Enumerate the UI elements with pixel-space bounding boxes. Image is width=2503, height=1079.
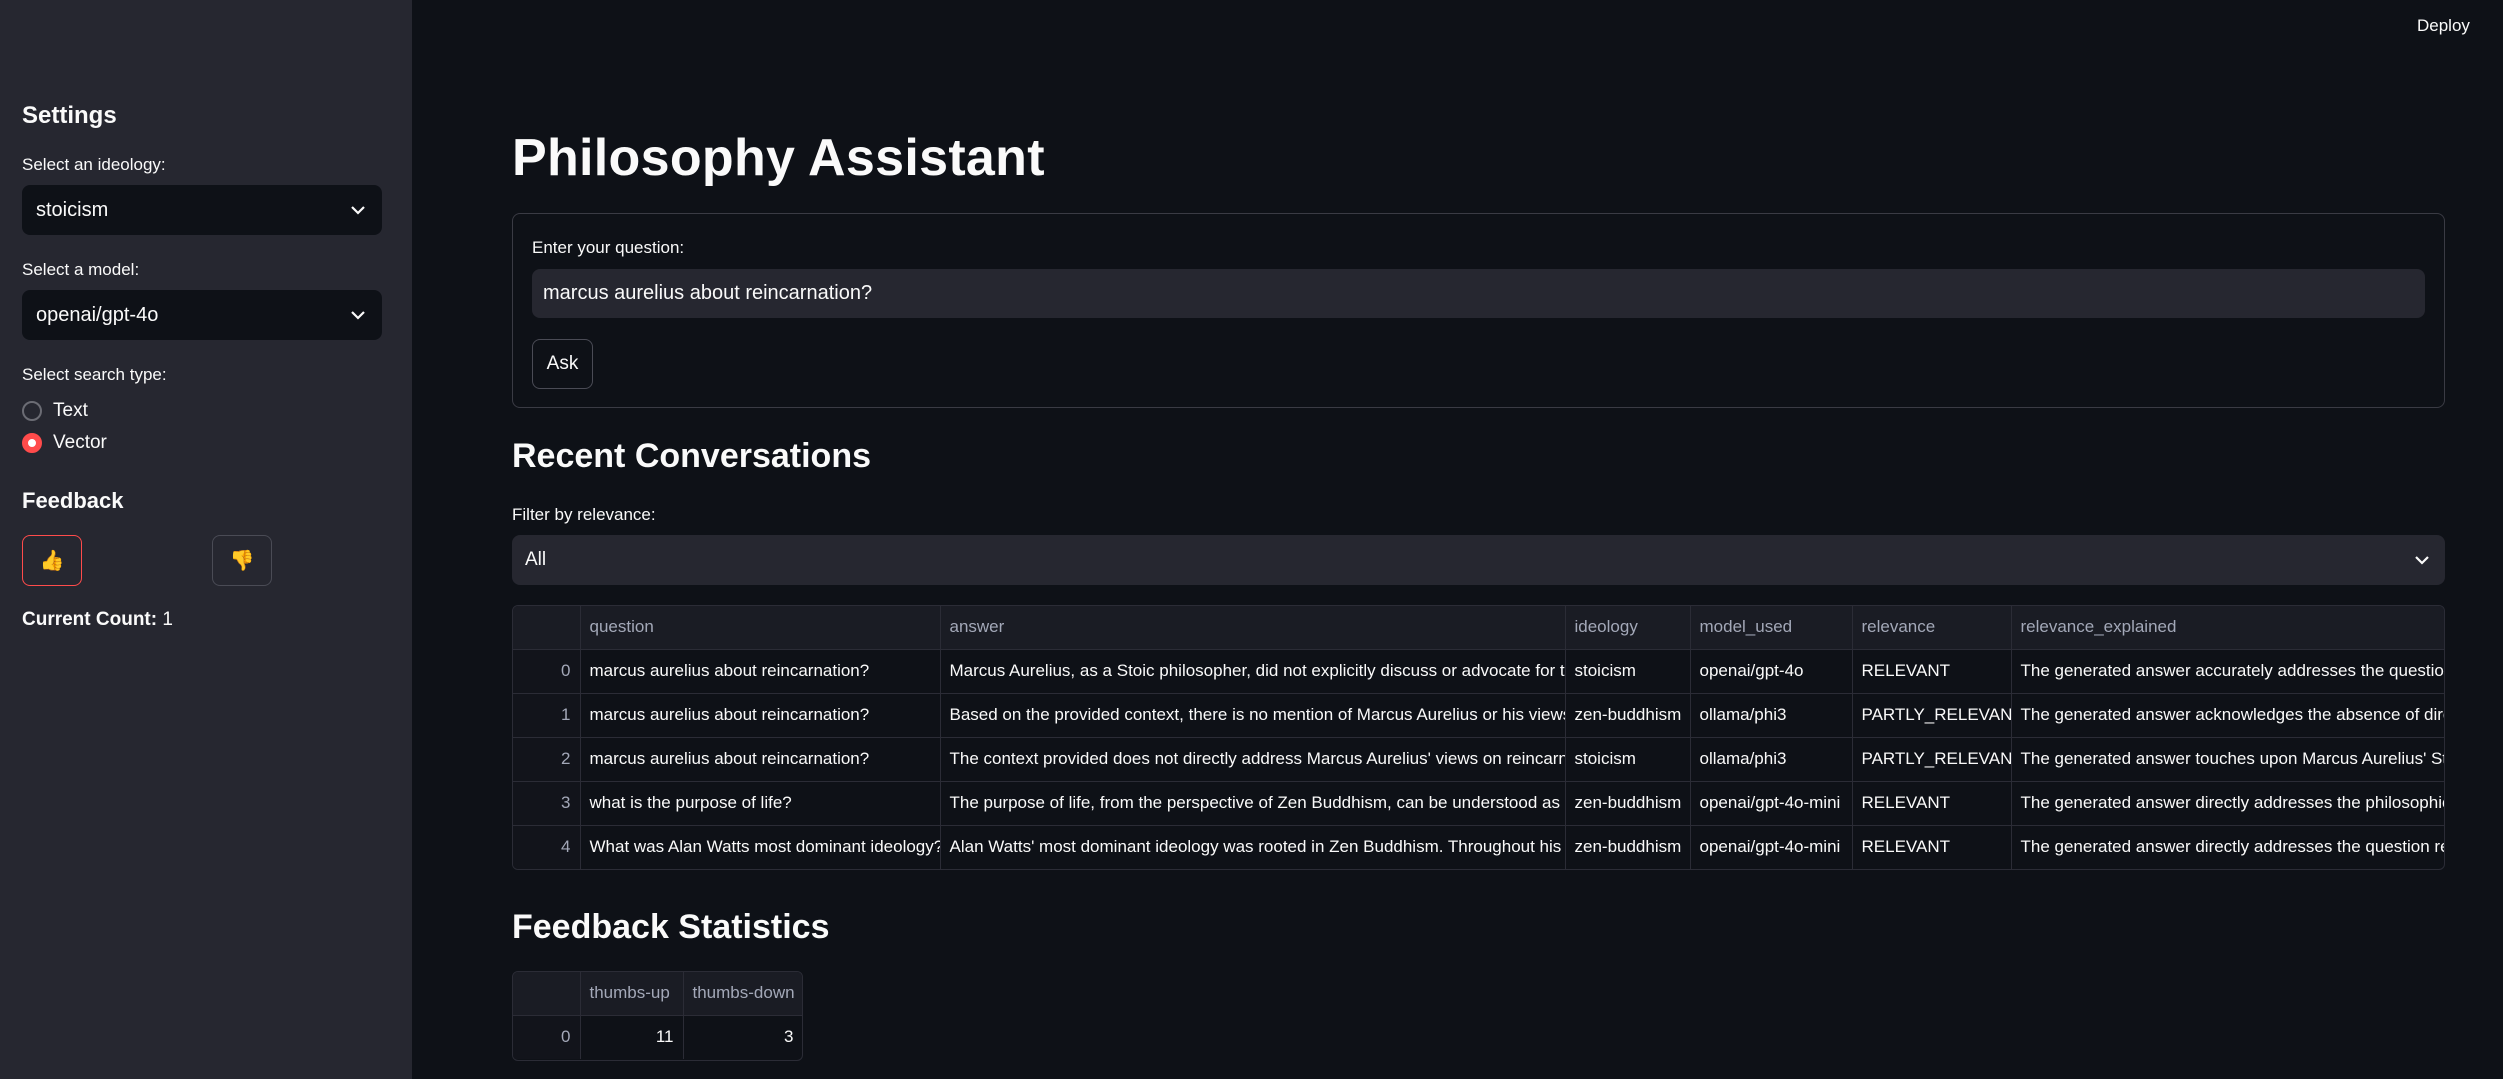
cell-question[interactable]: marcus aurelius about reincarnation? — [580, 693, 941, 738]
cell-ideology[interactable]: zen-buddhism — [1565, 825, 1691, 869]
column-header-index — [513, 972, 581, 1016]
cell-relevance[interactable]: RELEVANT — [1852, 825, 2012, 869]
radio-unselected-icon[interactable] — [22, 401, 42, 421]
column-header-thumbs-up[interactable]: thumbs-up — [580, 972, 684, 1016]
table-header-row: question answer ideology model_used rele… — [513, 606, 2444, 650]
search-type-text-label: Text — [53, 400, 88, 421]
cell-ideology[interactable]: stoicism — [1565, 649, 1691, 694]
question-input[interactable]: marcus aurelius about reincarnation? — [532, 269, 2425, 318]
chevron-down-icon — [2412, 555, 2432, 565]
current-count: Current Count: 1 — [22, 609, 173, 631]
column-header-index — [513, 606, 581, 650]
ideology-select-value: stoicism — [36, 198, 109, 221]
feedback-heading: Feedback — [22, 488, 124, 513]
cell-relevance-explained[interactable]: The generated answer directly addresses … — [2011, 781, 2444, 826]
cell-model-used[interactable]: openai/gpt-4o-mini — [1690, 825, 1853, 869]
search-type-vector-option[interactable]: Vector — [22, 432, 107, 454]
column-header-question[interactable]: question — [580, 606, 941, 650]
thumbs-down-icon: 👎 — [229, 550, 255, 572]
table-row[interactable]: 0 11 3 — [513, 1015, 802, 1059]
recent-conversations-heading: Recent Conversations — [512, 437, 871, 475]
cell-model-used[interactable]: ollama/phi3 — [1690, 693, 1853, 738]
cell-relevance[interactable]: RELEVANT — [1852, 649, 2012, 694]
main-menu-icon[interactable]: ⋮ — [2497, 14, 2503, 35]
cell-thumbs-down[interactable]: 3 — [683, 1015, 802, 1059]
cell-thumbs-up[interactable]: 11 — [580, 1015, 684, 1059]
cell-relevance[interactable]: RELEVANT — [1852, 781, 2012, 826]
model-select-value: openai/gpt-4o — [36, 303, 159, 326]
search-type-label: Select search type: — [22, 365, 167, 384]
table-row[interactable]: 0 marcus aurelius about reincarnation? M… — [513, 649, 2444, 694]
cell-relevance-explained[interactable]: The generated answer accurately addresse… — [2011, 649, 2444, 694]
chevron-down-icon — [348, 305, 368, 325]
row-index: 4 — [513, 825, 581, 869]
cell-answer[interactable]: Alan Watts' most dominant ideology was r… — [940, 825, 1566, 869]
cell-ideology[interactable]: zen-buddhism — [1565, 693, 1691, 738]
page-title: Philosophy Assistant — [512, 129, 1045, 187]
cell-answer[interactable]: The context provided does not directly a… — [940, 737, 1566, 782]
radio-selected-icon[interactable] — [22, 433, 42, 453]
cell-answer[interactable]: Marcus Aurelius, as a Stoic philosopher,… — [940, 649, 1566, 694]
table-row[interactable]: 2 marcus aurelius about reincarnation? T… — [513, 737, 2444, 782]
model-label: Select a model: — [22, 260, 140, 279]
column-header-relevance-explained[interactable]: relevance_explained — [2011, 606, 2444, 650]
cell-model-used[interactable]: ollama/phi3 — [1690, 737, 1853, 782]
question-form: Enter your question: marcus aurelius abo… — [512, 213, 2445, 408]
search-type-text-option[interactable]: Text — [22, 400, 88, 422]
sidebar: Settings Select an ideology: stoicism Se… — [0, 0, 412, 1079]
row-index: 0 — [513, 1015, 581, 1059]
feedback-statistics-heading: Feedback Statistics — [512, 908, 830, 946]
conversations-table[interactable]: question answer ideology model_used rele… — [512, 605, 2445, 870]
cell-question[interactable]: marcus aurelius about reincarnation? — [580, 737, 941, 782]
column-header-relevance[interactable]: relevance — [1852, 606, 2012, 650]
cell-ideology[interactable]: zen-buddhism — [1565, 781, 1691, 826]
row-index: 3 — [513, 781, 581, 826]
row-index: 2 — [513, 737, 581, 782]
ideology-label: Select an ideology: — [22, 155, 166, 174]
cell-ideology[interactable]: stoicism — [1565, 737, 1691, 782]
cell-question[interactable]: marcus aurelius about reincarnation? — [580, 649, 941, 694]
column-header-ideology[interactable]: ideology — [1565, 606, 1691, 650]
cell-model-used[interactable]: openai/gpt-4o-mini — [1690, 781, 1853, 826]
table-header-row: thumbs-up thumbs-down — [513, 972, 802, 1016]
table-row[interactable]: 1 marcus aurelius about reincarnation? B… — [513, 693, 2444, 738]
cell-question[interactable]: what is the purpose of life? — [580, 781, 941, 826]
thumbs-up-icon: 👍 — [39, 550, 65, 572]
relevance-filter-value: All — [525, 549, 547, 570]
model-select[interactable]: openai/gpt-4o — [22, 290, 382, 340]
column-header-thumbs-down[interactable]: thumbs-down — [683, 972, 802, 1016]
cell-relevance-explained[interactable]: The generated answer directly addresses … — [2011, 825, 2444, 869]
column-header-model-used[interactable]: model_used — [1690, 606, 1853, 650]
relevance-filter-label: Filter by relevance: — [512, 505, 656, 524]
settings-heading: Settings — [22, 102, 117, 129]
cell-relevance-explained[interactable]: The generated answer acknowledges the ab… — [2011, 693, 2444, 738]
cell-relevance[interactable]: PARTLY_RELEVANT — [1852, 693, 2012, 738]
chevron-down-icon — [348, 200, 368, 220]
question-label: Enter your question: — [532, 238, 685, 257]
cell-question[interactable]: What was Alan Watts most dominant ideolo… — [580, 825, 941, 869]
thumbs-up-button[interactable]: 👍 — [22, 535, 82, 586]
column-header-answer[interactable]: answer — [940, 606, 1566, 650]
cell-relevance[interactable]: PARTLY_RELEVANT — [1852, 737, 2012, 782]
relevance-filter-select[interactable]: All — [512, 535, 2445, 585]
table-row[interactable]: 3 what is the purpose of life? The purpo… — [513, 781, 2444, 826]
row-index: 0 — [513, 649, 581, 694]
ask-button[interactable]: Ask — [532, 339, 593, 389]
feedback-statistics-table[interactable]: thumbs-up thumbs-down 0 11 3 — [512, 971, 803, 1061]
table-row[interactable]: 4 What was Alan Watts most dominant ideo… — [513, 825, 2444, 869]
ideology-select[interactable]: stoicism — [22, 185, 382, 235]
cell-relevance-explained[interactable]: The generated answer touches upon Marcus… — [2011, 737, 2444, 782]
cell-model-used[interactable]: openai/gpt-4o — [1690, 649, 1853, 694]
row-index: 1 — [513, 693, 581, 738]
current-count-label: Current Count: — [22, 609, 158, 630]
cell-answer[interactable]: The purpose of life, from the perspectiv… — [940, 781, 1566, 826]
search-type-vector-label: Vector — [53, 432, 107, 453]
deploy-button[interactable]: Deploy — [2417, 16, 2470, 36]
thumbs-down-button[interactable]: 👎 — [212, 535, 272, 586]
current-count-value: 1 — [162, 609, 173, 630]
cell-answer[interactable]: Based on the provided context, there is … — [940, 693, 1566, 738]
